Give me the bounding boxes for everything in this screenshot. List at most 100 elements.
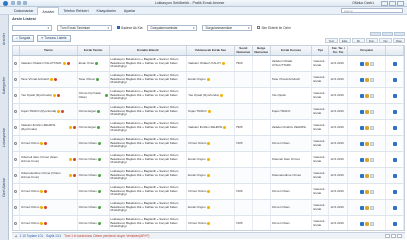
sidebar-tab-ozel-alanlar[interactable]: Ozel Alanlar [0, 165, 9, 210]
toolbar-icon[interactable] [394, 32, 405, 36]
options-icon[interactable] [369, 221, 374, 226]
user-name[interactable]: OMduo Ozek1 [352, 1, 374, 5]
maximize-button[interactable] [389, 0, 396, 6]
row-select-radio[interactable] [13, 152, 20, 167]
document-type-select[interactable]: Tum Evrak Tanimlari ▾ [57, 24, 112, 31]
options-icon[interactable] [369, 77, 374, 82]
filing-status-select[interactable]: Dosyalanmamislar ▾ [147, 24, 198, 31]
lock-icon[interactable] [364, 125, 369, 130]
document-icon[interactable] [359, 93, 364, 98]
edit-icon[interactable] [392, 141, 397, 146]
undo-icon[interactable] [17, 1, 21, 5]
table-row[interactable]: Ozmet Ozlem Ozmet Ozlem Lokkasyon Bekelksu… [13, 184, 404, 200]
column-header[interactable]: Evrakin Bilesili [110, 46, 188, 55]
grid-tool-export[interactable]: Disa [392, 38, 405, 43]
table-row[interactable]: Kojan TRAFO (Ryorfonda) Ozmet Ergen Lokkas… [13, 104, 404, 120]
column-header[interactable]: Evrak Tanimi [78, 46, 110, 55]
row-select-radio[interactable] [13, 120, 20, 135]
row-select-radio[interactable] [13, 184, 20, 199]
search-button[interactable]: ⌕ Sorgula [12, 34, 35, 42]
document-icon[interactable] [359, 141, 364, 146]
active-only-checkbox[interactable]: Sadece Ak Kla [117, 26, 142, 30]
options-icon[interactable] [369, 93, 374, 98]
row-select-radio[interactable] [13, 88, 20, 103]
options-icon[interactable] [369, 157, 374, 162]
row-select-radio[interactable] [13, 200, 20, 215]
attachment-filter-checkbox[interactable]: Sim Eklenti ile Ozlm [257, 26, 291, 30]
document-icon[interactable] [359, 189, 364, 194]
lock-icon[interactable] [364, 93, 369, 98]
edit-icon[interactable] [392, 109, 397, 114]
lock-icon[interactable] [364, 221, 369, 226]
row-select-radio[interactable] [13, 72, 20, 87]
edit-icon[interactable] [392, 221, 397, 226]
grid-tool-new[interactable]: Yeni [325, 38, 338, 43]
prev-page-button[interactable] [385, 234, 390, 238]
table-row[interactable]: Odemelerdime Ozmet (Ozlem Hizmet Konu) Oz… [13, 168, 404, 184]
table-row[interactable]: Ozmet Ozlem Ozmet Ozlem Lokkasyon Bekelksu… [13, 136, 404, 152]
table-row[interactable]: Yas Ojuski (Ryorfonda) Ozmet Dyi Kalan Ok… [13, 88, 404, 104]
sidebar-tab-lokasyonlar[interactable]: Lokasyonlar [0, 115, 9, 160]
options-icon[interactable] [369, 141, 374, 146]
column-header[interactable]: Tipi [312, 46, 330, 55]
column-header[interactable]: Tanim [20, 46, 78, 55]
column-header[interactable]: Yuklenecek Evrak Sec [187, 46, 235, 55]
edit-icon[interactable] [392, 205, 397, 210]
lock-icon[interactable] [364, 61, 369, 66]
options-icon[interactable] [369, 205, 374, 210]
toolbar-icon[interactable] [382, 32, 393, 36]
document-icon[interactable] [359, 61, 364, 66]
column-header[interactable]: Kat. Tar. / Ter. Tar. [329, 46, 349, 55]
lock-icon[interactable] [364, 205, 369, 210]
edit-icon[interactable] [392, 61, 397, 66]
table-row[interactable]: Vadeleri Ohalat UYALUTTARF Elvan Ozter Lok… [13, 56, 404, 72]
row-select-radio[interactable] [13, 216, 20, 230]
lock-icon[interactable] [364, 109, 369, 114]
menu-item-kisayollarim[interactable]: Kisayollarim [93, 7, 120, 15]
minimize-button[interactable] [381, 0, 388, 6]
options-icon[interactable] [369, 173, 374, 178]
list-all-button[interactable]: ≡ Tumunu Listele [37, 34, 71, 42]
sidebar-tab-arsivler[interactable]: Arsivler [0, 19, 9, 59]
document-icon[interactable] [359, 221, 364, 226]
last-page-button[interactable] [397, 234, 402, 238]
edit-icon[interactable] [392, 189, 397, 194]
row-select-radio[interactable] [13, 168, 20, 183]
column-header[interactable]: Sevid Numarasi [235, 46, 253, 55]
category-select[interactable]: ▾ [12, 24, 52, 31]
search-input[interactable]: arama [341, 8, 403, 13]
sidebar-tab-kategoriler[interactable]: Kategoriler [0, 65, 9, 105]
table-row[interactable]: Ozmet Ozlem Ozmet Ozlem Lokkasyon Bekelksu… [13, 216, 404, 230]
lock-icon[interactable] [364, 77, 369, 82]
menu-item-dokumanlar[interactable]: Dokumanlar [10, 7, 37, 15]
lock-icon[interactable] [364, 141, 369, 146]
toolbar-icon[interactable] [370, 32, 381, 36]
table-row[interactable]: Odemeli Islen Ozmet (Islem Hizmet Konu) O… [13, 152, 404, 168]
lock-icon[interactable] [364, 157, 369, 162]
column-header[interactable]: Evrak Konusu [271, 46, 313, 55]
row-select-radio[interactable] [13, 56, 20, 71]
options-icon[interactable] [369, 125, 374, 130]
document-icon[interactable] [359, 77, 364, 82]
document-icon[interactable] [359, 205, 364, 210]
row-select-radio[interactable] [13, 136, 20, 151]
refresh-icon[interactable] [23, 1, 27, 5]
edit-icon[interactable] [392, 77, 397, 82]
grid-tool-print[interactable]: Yaz [379, 38, 392, 43]
grid-tool-add[interactable]: Ekle [338, 38, 351, 43]
table-row[interactable]: Ozmet Ozlem Ozmet Ozlem Lokkasyon Bekelksu… [13, 200, 404, 216]
options-icon[interactable] [369, 61, 374, 66]
grid-tool-delete[interactable]: Sil [352, 38, 365, 43]
menu-item-arsivler[interactable]: Arsivler [37, 6, 60, 15]
menu-item-telefon-rehberi[interactable]: Telefon Rehberi [59, 7, 92, 15]
next-page-button[interactable] [391, 234, 396, 238]
edit-icon[interactable] [392, 157, 397, 162]
first-page-icon[interactable]: ◂ [15, 234, 17, 238]
save-icon[interactable] [11, 1, 15, 5]
menu-item-ayarlar[interactable]: Ayarlar [120, 7, 139, 15]
options-icon[interactable] [369, 109, 374, 114]
query-status-select[interactable]: Sorgulanmamislar ▾ [202, 24, 253, 31]
document-icon[interactable] [359, 173, 364, 178]
column-header[interactable] [13, 46, 20, 55]
grid-tool-edit[interactable]: Duz. [365, 38, 378, 43]
